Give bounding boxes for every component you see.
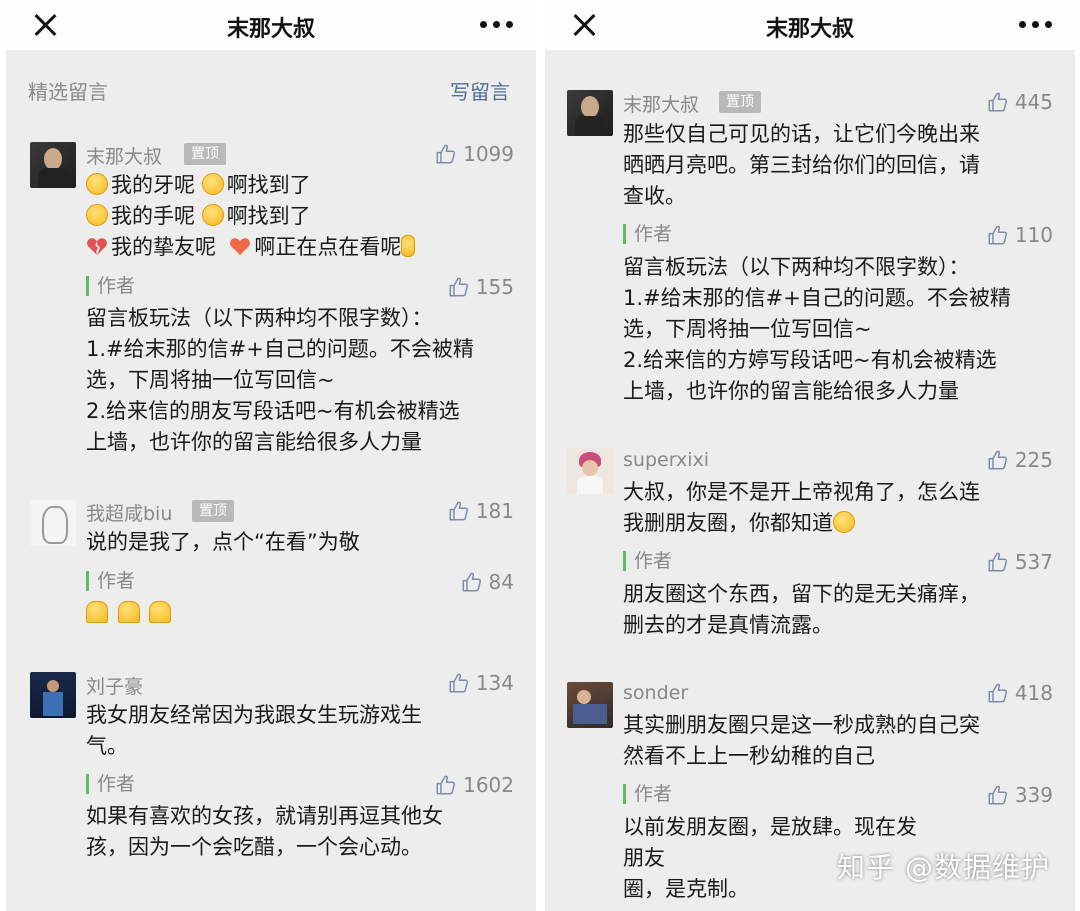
avatar[interactable] — [567, 448, 613, 494]
close-icon[interactable] — [30, 10, 60, 40]
avatar[interactable] — [567, 682, 613, 728]
author-reply-label: 作者 — [86, 571, 135, 591]
author-reply-text: 如果有喜欢的女孩，就请别再逗其他女 孩，因为一个会吃醋，一个会心动。 — [86, 804, 443, 859]
broken-heart-icon — [87, 238, 107, 256]
like-button[interactable]: 418 — [987, 681, 1053, 705]
thumbs-up-icon — [987, 682, 1009, 704]
laughing-emoji-icon — [833, 511, 855, 533]
reply-like-button[interactable]: 155 — [448, 275, 514, 299]
reply-like-button[interactable]: 339 — [987, 783, 1053, 807]
like-count: 84 — [488, 570, 514, 594]
author-reply-label: 作者 — [623, 551, 672, 571]
like-button[interactable]: 225 — [987, 448, 1053, 472]
thumbs-up-icon — [435, 143, 457, 165]
thumbs-up-icon — [987, 91, 1009, 113]
close-icon[interactable] — [569, 10, 599, 40]
comment-text: 说的是我了，点个“在看”为敬 — [86, 530, 360, 554]
thumbs-up-icon — [448, 500, 470, 522]
pinned-badge: 置顶 — [192, 500, 234, 522]
like-button[interactable]: 181 — [448, 499, 514, 523]
thumbs-up-icon — [987, 551, 1009, 573]
comment-nickname: 末那大叔 — [86, 146, 163, 168]
comments-panel-left: 末那大叔 精选留言 写留言 末那大叔 置顶 1099 我的牙呢 啊找到了 我的手… — [6, 0, 536, 911]
comment-nickname: 末那大叔 — [623, 94, 700, 116]
reply-like-button[interactable]: 84 — [461, 570, 514, 594]
more-icon[interactable] — [1019, 21, 1053, 29]
avatar[interactable] — [30, 142, 76, 188]
comment-text: 我女朋友经常因为我跟女生玩游戏生 气。 — [86, 703, 422, 758]
emoji-icon — [86, 204, 108, 226]
like-count: 445 — [1014, 90, 1053, 114]
thumbs-up-icon — [987, 449, 1009, 471]
thumbs-up-icon — [435, 774, 457, 796]
author-reply-text: 朋友圈这个东西，留下的是无关痛痒， 删去的才是真情流露。 — [623, 582, 980, 637]
reply-like-button[interactable]: 1602 — [435, 773, 514, 797]
comment-nickname: 刘子豪 — [86, 676, 144, 698]
watermark: 知乎 @数据维护 — [837, 851, 1050, 884]
page-title: 末那大叔 — [765, 17, 854, 42]
reply-like-button[interactable]: 110 — [987, 223, 1053, 247]
thumbs-up-icon — [987, 224, 1009, 246]
like-button[interactable]: 1099 — [435, 142, 514, 166]
pray-icon — [86, 601, 108, 623]
comment-nickname: sonder — [623, 682, 689, 704]
like-count: 1099 — [463, 142, 514, 166]
author-reply-label: 作者 — [623, 784, 672, 804]
emoji-icon — [201, 204, 224, 226]
section-title: 精选留言 — [28, 80, 108, 104]
like-count: 1602 — [463, 773, 514, 797]
comments-panel-right: 末那大叔 末那大叔 置顶 445 那些仅自己可见的话，让它们今晚出来 晒晒月亮吧… — [545, 0, 1075, 911]
like-button[interactable]: 134 — [448, 671, 514, 695]
avatar[interactable] — [30, 672, 76, 718]
like-count: 537 — [1014, 550, 1053, 574]
like-count: 339 — [1014, 783, 1053, 807]
emoji-icon — [201, 173, 224, 195]
pointing-hand-icon — [401, 235, 416, 257]
like-count: 418 — [1014, 681, 1053, 705]
comment-text: 大叔，你是不是开上帝视角了，怎么连 我删朋友圈，你都知道 — [623, 480, 980, 535]
like-count: 225 — [1014, 448, 1053, 472]
comment-text: 其实删朋友圈只是这一秒成熟的自己突 然看不上上一秒幼稚的自己 — [623, 713, 980, 768]
comment-nickname: superxixi — [623, 449, 710, 471]
author-reply-text: 留言板玩法（以下两种均不限字数）： 1.#给末那的信#+自己的问题。不会被精 选… — [623, 255, 1011, 403]
pray-icon — [149, 601, 172, 623]
thumbs-up-icon — [461, 571, 483, 593]
heart-icon — [230, 238, 251, 256]
more-icon[interactable] — [480, 21, 514, 29]
pray-icon — [117, 601, 140, 623]
author-reply-label: 作者 — [86, 774, 135, 794]
pinned-badge: 置顶 — [184, 143, 226, 165]
avatar[interactable] — [30, 500, 76, 546]
top-bar: 末那大叔 — [545, 0, 1075, 50]
like-count: 181 — [475, 499, 514, 523]
like-count: 134 — [475, 671, 514, 695]
emoji-icon — [86, 173, 108, 195]
comment-text: 那些仅自己可见的话，让它们今晚出来 晒晒月亮吧。第三封给你们的回信，请 查收。 — [623, 122, 980, 208]
thumbs-up-icon — [448, 276, 470, 298]
author-reply-label: 作者 — [86, 276, 135, 296]
thumbs-up-icon — [987, 784, 1009, 806]
page-title: 末那大叔 — [226, 17, 315, 42]
avatar[interactable] — [567, 90, 613, 136]
author-reply-emojis — [86, 598, 174, 629]
thumbs-up-icon — [448, 672, 470, 694]
comment-text: 我的牙呢 啊找到了 我的手呢 啊找到了 我的挚友呢 啊正在点在看呢 — [86, 170, 516, 263]
write-comment-link[interactable]: 写留言 — [450, 76, 510, 105]
top-bar: 末那大叔 — [6, 0, 536, 50]
comment-nickname: 我超咸biu — [86, 503, 173, 525]
like-count: 110 — [1014, 223, 1053, 247]
author-reply-text: 留言板玩法（以下两种均不限字数）： 1.#给末那的信#+自己的问题。不会被精 选… — [86, 306, 474, 454]
author-reply-label: 作者 — [623, 224, 672, 244]
pinned-badge: 置顶 — [719, 91, 761, 113]
like-count: 155 — [475, 275, 514, 299]
like-button[interactable]: 445 — [987, 90, 1053, 114]
reply-like-button[interactable]: 537 — [987, 550, 1053, 574]
